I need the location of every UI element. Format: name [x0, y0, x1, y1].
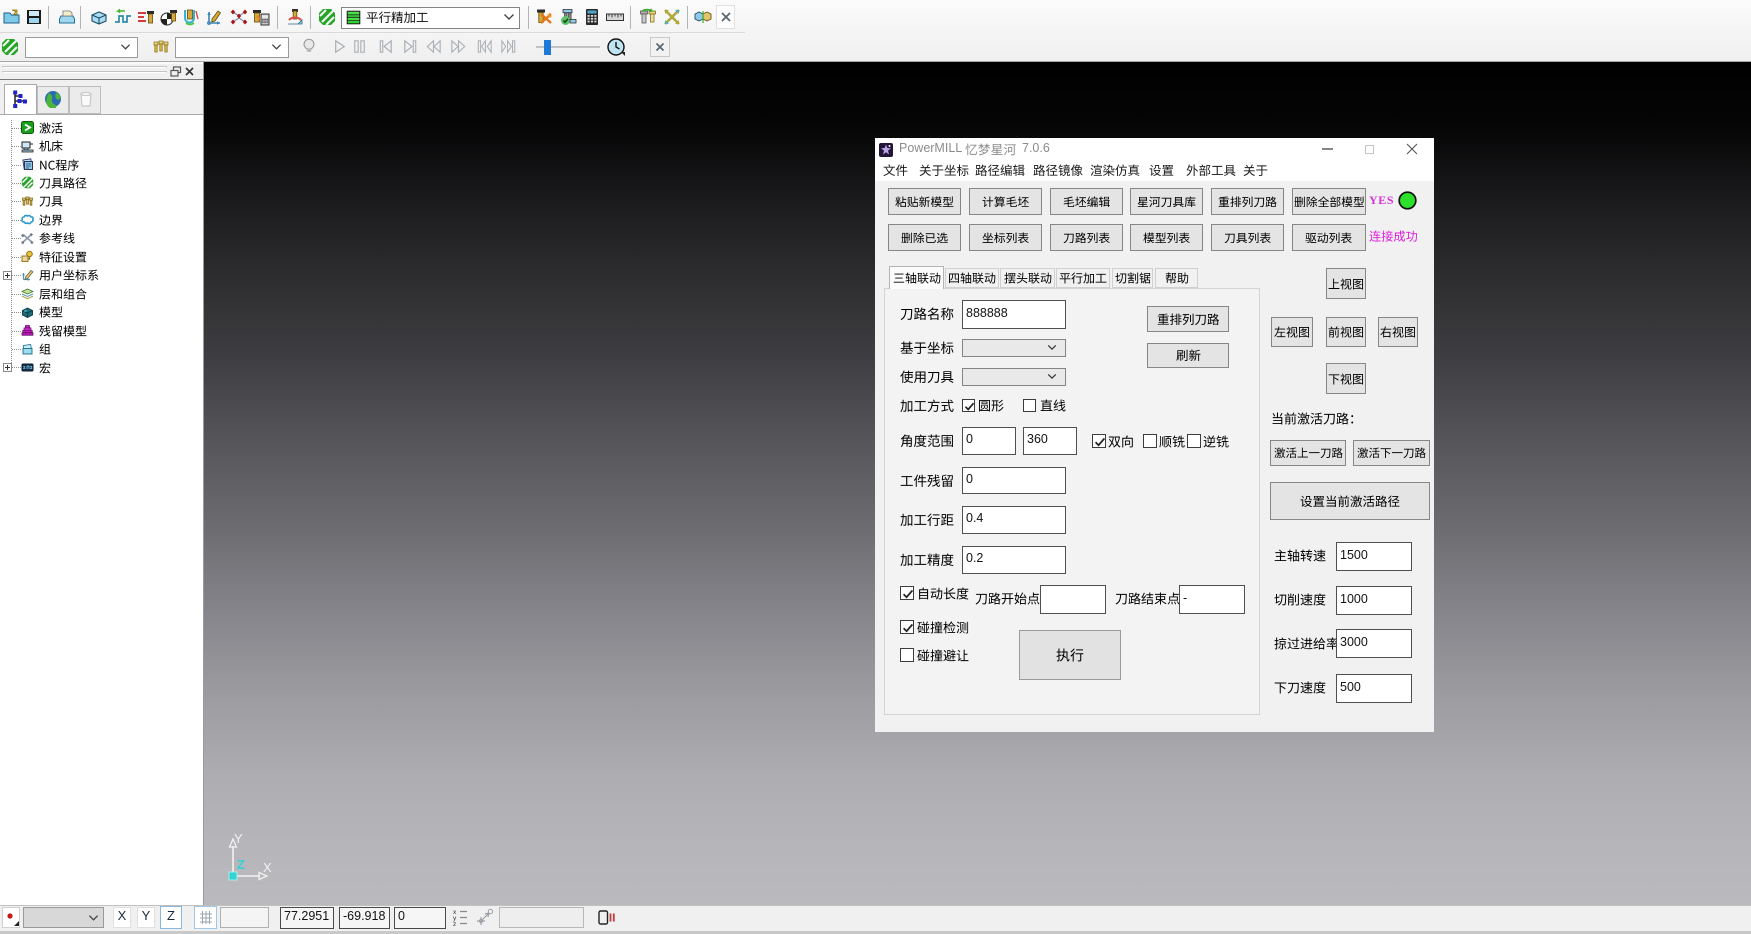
svg-text:X: X	[263, 860, 272, 875]
svg-text:Y: Y	[234, 831, 243, 846]
svg-text:Z: Z	[237, 857, 245, 872]
svg-text:z: z	[453, 921, 456, 926]
